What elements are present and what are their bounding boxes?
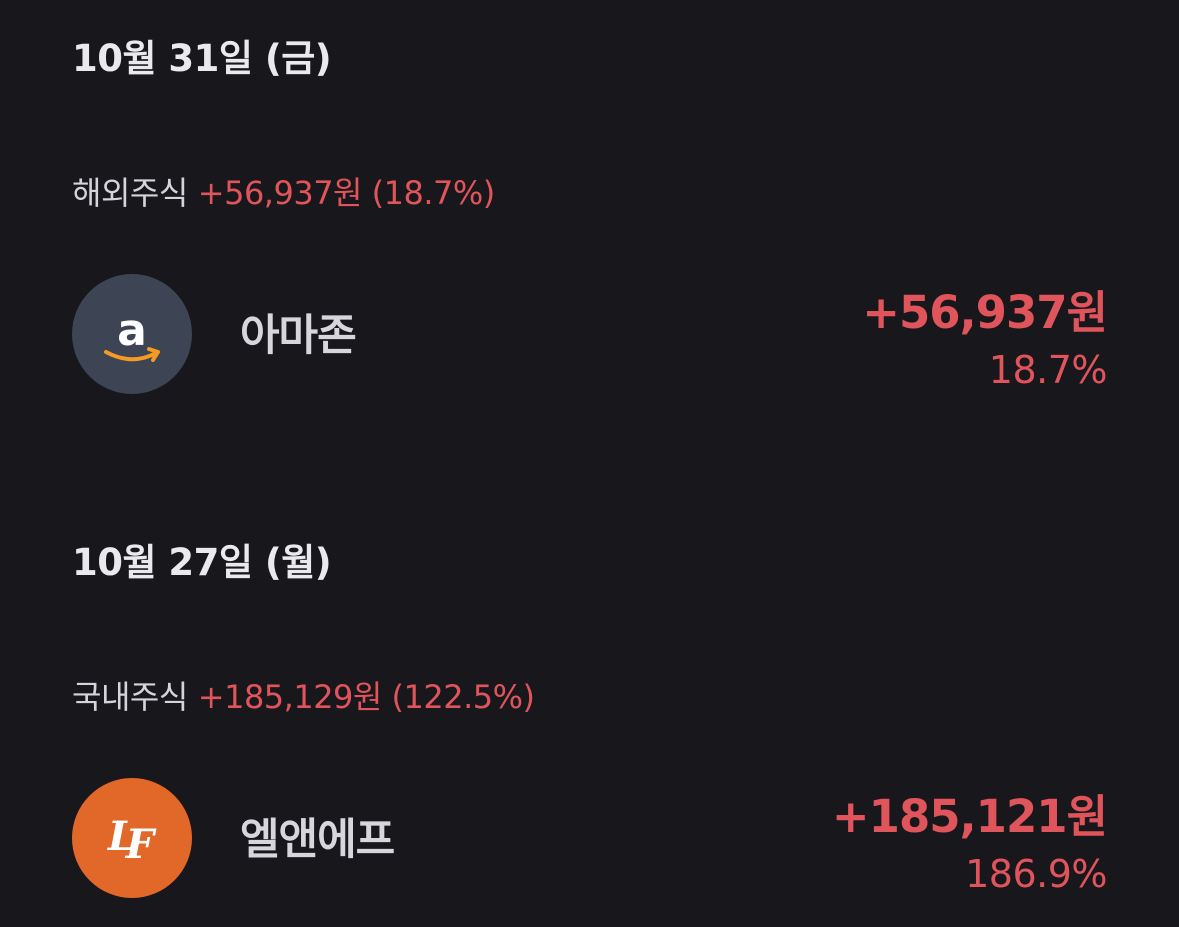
category-gain: +56,937원 (18.7%) bbox=[197, 174, 496, 212]
stock-name: 엘앤에프 bbox=[240, 815, 395, 865]
stock-name: 아마존 bbox=[240, 311, 357, 361]
category-name: 국내주식 bbox=[72, 678, 188, 716]
category-gain: +185,129원 (122.5%) bbox=[197, 678, 535, 716]
date-header: 10월 27일 (월) bbox=[72, 541, 332, 584]
stock-gain-amount: +185,121원 bbox=[831, 790, 1108, 843]
category-summary: 해외주식 +56,937원 (18.7%) bbox=[72, 168, 495, 214]
stock-gain-percent: 186.9% bbox=[965, 852, 1107, 896]
svg-text:F: F bbox=[125, 821, 157, 868]
stock-gain-amount: +56,937원 bbox=[862, 286, 1108, 339]
svg-text:a: a bbox=[117, 305, 147, 356]
lf-logo-icon: L F bbox=[72, 778, 192, 898]
realized-gains-page: 10월 31일 (금) 해외주식 +56,937원 (18.7%) a 아마존 +… bbox=[0, 0, 1179, 927]
stock-row[interactable]: L F 엘앤에프 +185,121원 186.9% bbox=[72, 778, 1108, 898]
stock-row[interactable]: a 아마존 +56,937원 18.7% bbox=[72, 274, 1108, 394]
date-header: 10월 31일 (금) bbox=[72, 37, 332, 80]
stock-gain-percent: 18.7% bbox=[988, 348, 1108, 392]
category-summary: 국내주식 +185,129원 (122.5%) bbox=[72, 672, 535, 718]
amazon-logo-icon: a bbox=[72, 274, 192, 394]
category-name: 해외주식 bbox=[72, 174, 188, 212]
